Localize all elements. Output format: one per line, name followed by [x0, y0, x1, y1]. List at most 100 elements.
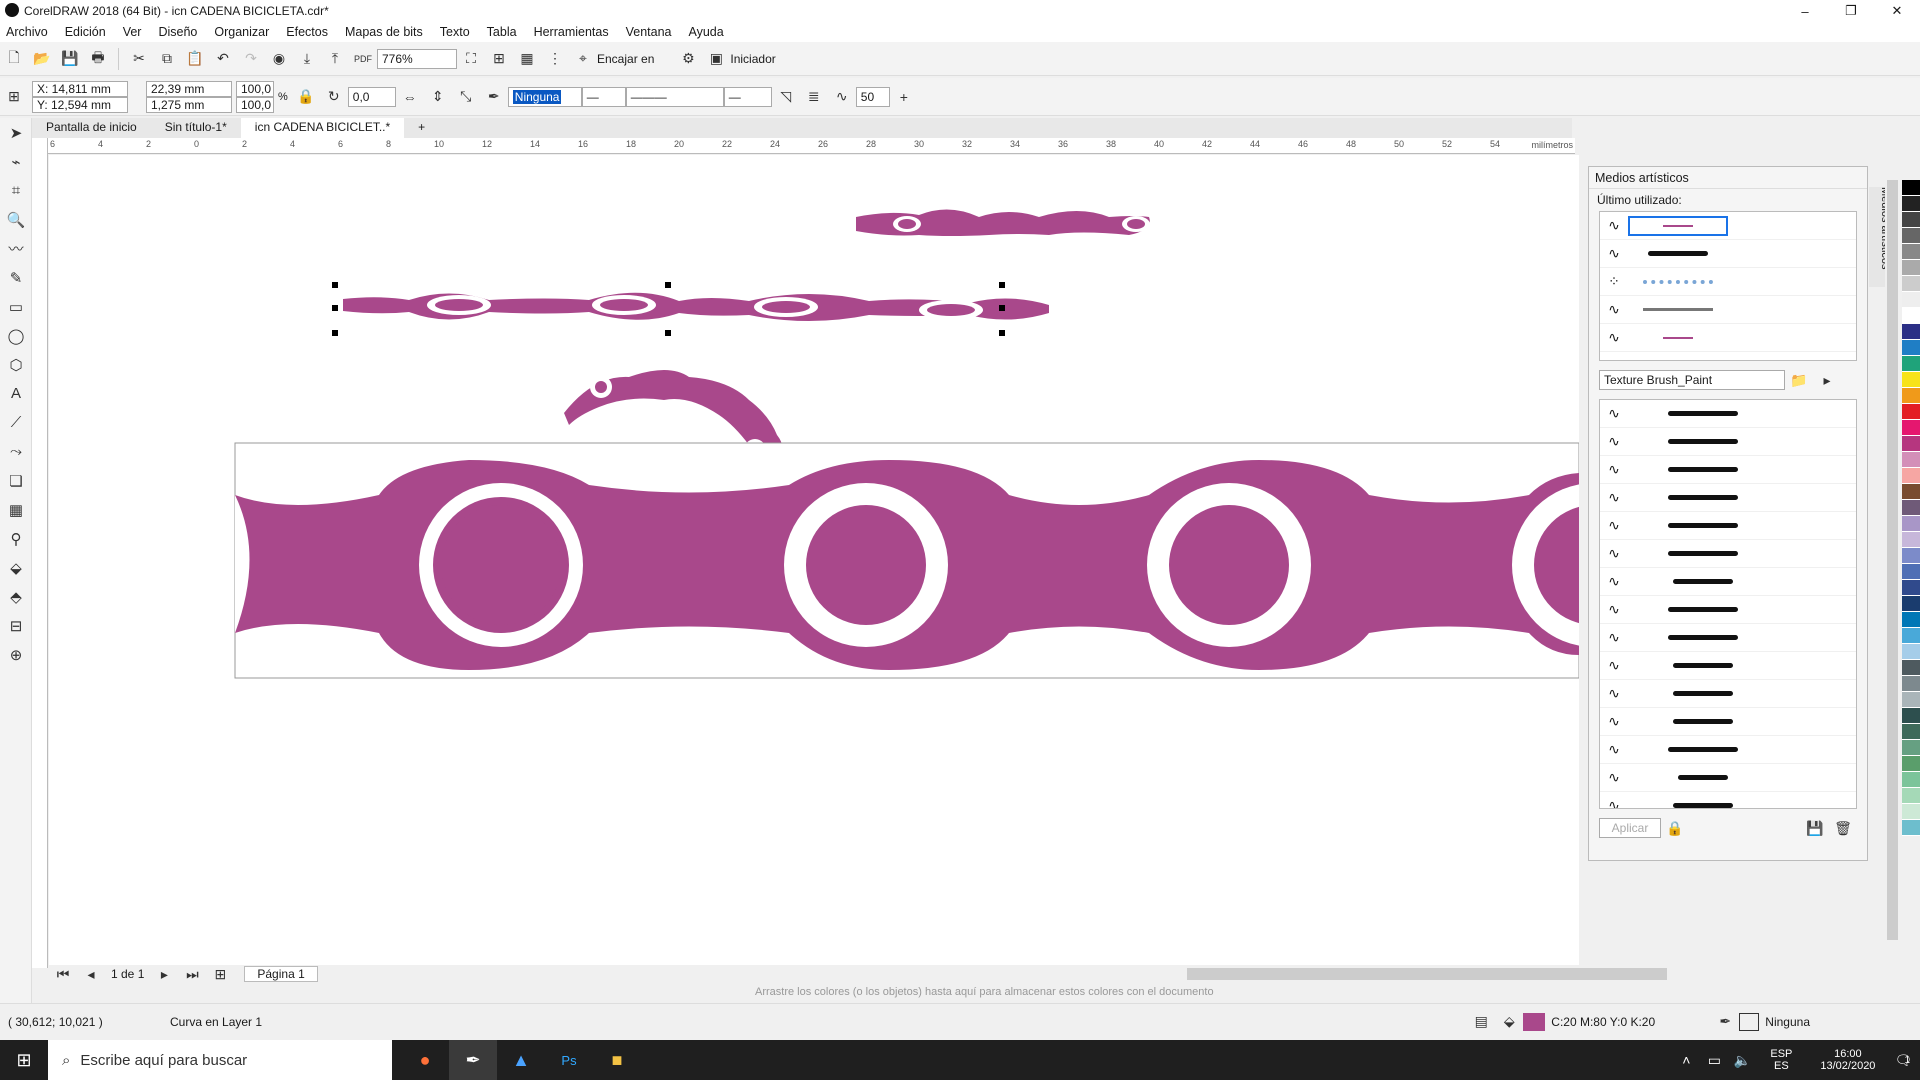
menu-ver[interactable]: Ver	[123, 25, 142, 39]
redo-icon[interactable]: ↷	[240, 48, 262, 70]
save-icon[interactable]: 💾	[59, 48, 81, 70]
menu-efectos[interactable]: Efectos	[286, 25, 328, 39]
save-brush-icon[interactable]: 💾	[1804, 817, 1826, 839]
color-swatch[interactable]	[1902, 580, 1920, 596]
list-item[interactable]: ∿	[1600, 212, 1856, 240]
options-gear-icon[interactable]: ⚙	[677, 48, 699, 70]
wrap-text-icon[interactable]: ≣	[803, 86, 825, 108]
launcher-dropdown[interactable]: Iniciador	[730, 52, 775, 66]
copy-icon[interactable]: ⧉	[156, 48, 178, 70]
show-grid-icon[interactable]: ▦	[516, 48, 538, 70]
keyboard-language[interactable]: ESP	[1770, 1048, 1792, 1060]
delete-icon[interactable]: 🗑	[1832, 817, 1854, 839]
tab-untitled[interactable]: Sin título-1*	[151, 118, 241, 138]
tab-home[interactable]: Pantalla de inicio	[32, 118, 151, 138]
apply-button[interactable]: Aplicar	[1599, 818, 1661, 838]
eyedropper-tool-icon[interactable]: ⚲	[0, 524, 32, 553]
color-swatch[interactable]	[1902, 612, 1920, 628]
smart-fill-tool-icon[interactable]: ⬘	[0, 582, 32, 611]
import-icon[interactable]: ⤓	[296, 48, 318, 70]
cut-icon[interactable]: ✂	[128, 48, 150, 70]
color-swatch[interactable]	[1902, 404, 1920, 420]
color-swatch[interactable]	[1902, 212, 1920, 228]
rotation-angle-field[interactable]: 0,0	[347, 86, 396, 107]
coreldraw-taskbar-icon[interactable]: ✒	[449, 1040, 497, 1080]
horizontal-scrollbar[interactable]	[1187, 968, 1667, 980]
menu-ventana[interactable]: Ventana	[626, 25, 672, 39]
color-swatch[interactable]	[1902, 228, 1920, 244]
guidelines-icon[interactable]: ⋮	[544, 48, 566, 70]
color-swatch[interactable]	[1902, 788, 1920, 804]
search-content-icon[interactable]: ◉	[268, 48, 290, 70]
list-item[interactable]: ∿	[1600, 400, 1856, 428]
shape-tool-icon[interactable]: ⌁	[0, 147, 32, 176]
list-item[interactable]: ∿	[1600, 540, 1856, 568]
pick-tool-icon[interactable]: ➤	[0, 118, 32, 147]
fill-icon[interactable]: ⬙	[1498, 1011, 1520, 1033]
drop-shadow-tool-icon[interactable]: ❏	[0, 466, 32, 495]
color-swatch[interactable]	[1902, 196, 1920, 212]
color-swatch[interactable]	[1902, 180, 1920, 196]
menu-edicion[interactable]: Edición	[65, 25, 106, 39]
outline-width-dropdown[interactable]: Ninguna	[507, 86, 582, 107]
convert-icon[interactable]: ⤡	[455, 86, 477, 108]
color-swatch[interactable]	[1902, 820, 1920, 836]
photoshop-icon[interactable]: Ps	[545, 1040, 593, 1080]
list-item[interactable]: ∿	[1600, 764, 1856, 792]
list-item[interactable]: ∿	[1600, 680, 1856, 708]
list-item[interactable]: ∿	[1600, 792, 1856, 808]
file-explorer-icon[interactable]: ■	[593, 1040, 641, 1080]
rotate-icon[interactable]: ↻	[323, 86, 345, 108]
list-item[interactable]: ∿	[1600, 484, 1856, 512]
horizontal-ruler[interactable]: 6 4 2 0 2 4 6 8 10 12 14 16 18 20 22 24 26 28 30 32 34 36 38 40…	[40, 138, 1575, 154]
list-item[interactable]: ∿	[1600, 512, 1856, 540]
pen-icon[interactable]: ✒	[483, 86, 505, 108]
color-swatch[interactable]	[1902, 260, 1920, 276]
scale-width-field[interactable]: 100,0	[236, 80, 274, 97]
start-arrow-dropdown[interactable]: —	[581, 86, 626, 107]
menu-texto[interactable]: Texto	[440, 25, 470, 39]
color-swatch[interactable]	[1902, 516, 1920, 532]
list-item[interactable]: ∿	[1600, 456, 1856, 484]
open-icon[interactable]: 📂	[31, 48, 53, 70]
list-item[interactable]: ∿	[1600, 240, 1856, 268]
page-tab[interactable]: Página 1	[244, 966, 318, 982]
maximize-icon[interactable]: ❐	[1828, 0, 1874, 22]
ellipse-tool-icon[interactable]: ◯	[0, 321, 32, 350]
color-swatch[interactable]	[1902, 756, 1920, 772]
color-swatch[interactable]	[1902, 564, 1920, 580]
scale-height-field[interactable]: 100,0	[236, 96, 274, 113]
lock-icon[interactable]: 🔒	[1664, 817, 1686, 839]
polygon-tool-icon[interactable]: ⬡	[0, 350, 32, 379]
list-item[interactable]: ∿	[1600, 736, 1856, 764]
color-swatch[interactable]	[1902, 436, 1920, 452]
outline-pen-icon[interactable]: ✒	[1714, 1011, 1736, 1033]
color-swatch[interactable]	[1902, 244, 1920, 260]
browse-folder-icon[interactable]: 📁	[1788, 369, 1810, 391]
snap-to-dropdown[interactable]: Encajar en	[597, 52, 654, 66]
volume-icon[interactable]: 🔈	[1731, 1049, 1753, 1071]
list-item[interactable]: ∿	[1600, 428, 1856, 456]
zoom-tool-icon[interactable]: 🔍	[0, 205, 32, 234]
document-color-strip[interactable]: Arrastre los colores (o los objetos) has…	[40, 983, 1920, 1003]
list-item[interactable]: ∿	[1600, 708, 1856, 736]
color-swatch[interactable]	[1902, 724, 1920, 740]
list-item[interactable]: ⁘	[1600, 268, 1856, 296]
full-screen-icon[interactable]: ⛶	[460, 48, 482, 70]
color-swatch[interactable]	[1902, 276, 1920, 292]
menu-ayuda[interactable]: Ayuda	[688, 25, 723, 39]
color-swatch[interactable]	[1902, 692, 1920, 708]
color-swatch[interactable]	[1902, 372, 1920, 388]
print-icon[interactable]: 🖶	[87, 48, 109, 70]
color-proof-icon[interactable]: ▤	[1470, 1011, 1492, 1033]
list-item[interactable]: ∿	[1600, 296, 1856, 324]
mirror-horizontal-icon[interactable]: ⇔	[399, 86, 421, 108]
new-document-icon[interactable]: 🗋	[3, 48, 25, 70]
color-swatch[interactable]	[1902, 804, 1920, 820]
color-swatch[interactable]	[1902, 324, 1920, 340]
taskbar-search[interactable]: ⌕ Escribe aquí para buscar	[48, 1040, 392, 1080]
color-swatch[interactable]	[1902, 452, 1920, 468]
zoom-level-field[interactable]: 776%	[377, 48, 457, 69]
launcher-icon[interactable]: ▣	[705, 48, 727, 70]
next-page-icon[interactable]: ▸	[153, 963, 175, 985]
